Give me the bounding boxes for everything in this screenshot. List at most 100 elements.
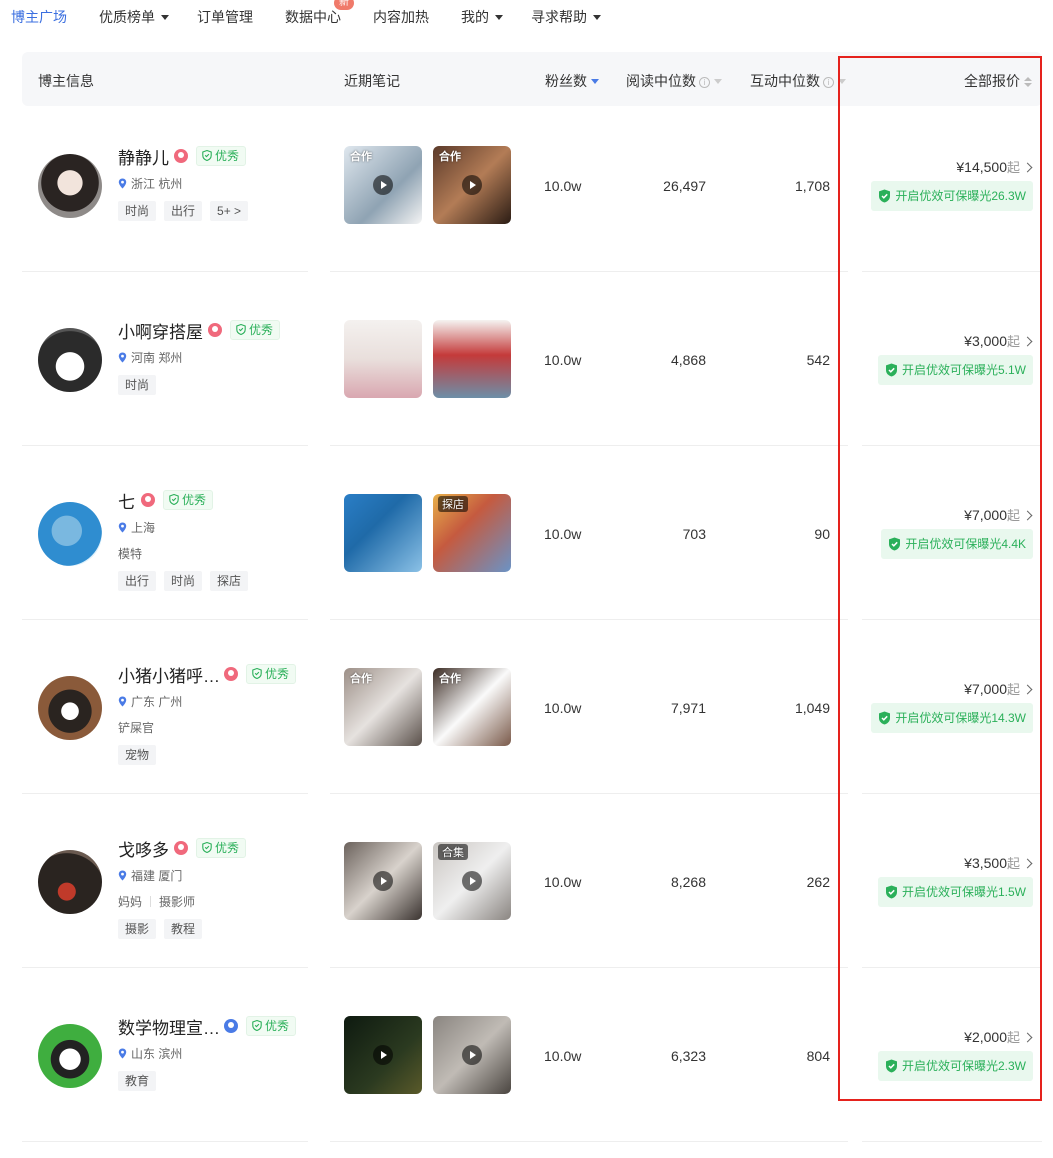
nav-item-content-boost[interactable]: 内容加热 xyxy=(373,7,429,27)
row-divider xyxy=(862,967,1042,968)
nav-item-quality-ranking[interactable]: 优质榜单 xyxy=(99,7,169,27)
info-icon[interactable]: i xyxy=(823,77,834,88)
fans-count: 10.0w xyxy=(544,700,582,716)
nav-item-data-center[interactable]: 数据中心 xyxy=(285,7,341,27)
exposure-guarantee[interactable]: 开启优效可保曝光14.3W xyxy=(871,703,1033,733)
avatar[interactable] xyxy=(38,154,102,218)
price-link[interactable]: ¥14,500起 xyxy=(956,157,1033,176)
exposure-guarantee[interactable]: 开启优效可保曝光1.5W xyxy=(877,877,1033,907)
header-all-price-label: 全部报价 xyxy=(964,73,1020,89)
nav-item-mine[interactable]: 我的 xyxy=(461,7,503,27)
table-row[interactable]: 小啊穿搭屋 优秀 河南 郑州 时尚 10.0w 4,868 542 ¥3,000起 开启优效可保… xyxy=(0,280,1053,454)
note-thumbnail[interactable]: 合作 xyxy=(344,146,422,224)
price-link[interactable]: ¥7,000起 xyxy=(964,505,1033,524)
note-label: 合作 xyxy=(350,673,372,685)
category-tag: 出行 xyxy=(164,201,203,221)
price-link[interactable]: ¥3,500起 xyxy=(964,853,1033,872)
blogger-name[interactable]: 戈哆多 xyxy=(118,836,169,861)
price-value: ¥14,500 xyxy=(956,159,1007,175)
badge-label: 优秀 xyxy=(265,667,290,681)
exposure-guarantee[interactable]: 开启优效可保曝光26.3W xyxy=(871,181,1033,211)
header-interact-median-sort[interactable]: 互动中位数 i xyxy=(750,71,846,91)
blogger-name[interactable]: 数学物理宣… xyxy=(118,1014,220,1039)
note-thumbnail[interactable] xyxy=(344,1016,422,1094)
tag-list: 摄影 教程 xyxy=(118,919,203,939)
note-thumbnail[interactable]: 探店 xyxy=(433,494,511,572)
category-tag: 时尚 xyxy=(118,201,157,221)
role-label: 摄影师 xyxy=(159,895,196,909)
price-link[interactable]: ¥3,000起 xyxy=(964,331,1033,350)
avatar[interactable] xyxy=(38,1024,102,1088)
location: 浙江 杭州 xyxy=(118,175,182,192)
note-thumbnail[interactable] xyxy=(433,320,511,398)
play-icon xyxy=(373,1045,393,1065)
note-thumbnail[interactable] xyxy=(344,842,422,920)
interact-median-value: 262 xyxy=(806,874,830,890)
blogger-name[interactable]: 静静儿 xyxy=(118,144,169,169)
location-text: 河南 郑州 xyxy=(131,351,183,365)
table-row[interactable]: 七优秀 上海 模特 出行 时尚 探店 探店 10.0w 703 90 ¥7,000起 开启优效可保曝光… xyxy=(0,454,1053,628)
price-link[interactable]: ¥7,000起 xyxy=(964,679,1033,698)
table-row[interactable]: 静静儿 优秀 浙江 杭州 时尚 出行 5+ > 合作 合作 10.0w 26,497 1,708 ¥1… xyxy=(0,106,1053,280)
header-read-median-sort[interactable]: 阅读中位数 i xyxy=(626,71,722,91)
table-row[interactable]: 数学物理宣… 优秀 山东 滨州 教育 10.0w 6,323 804 ¥2,000起 开启优效可… xyxy=(0,976,1053,1150)
badge-label: 优秀 xyxy=(249,323,274,337)
guarantee-text: 开启优效可保曝光26.3W xyxy=(895,189,1026,203)
nav-item-blogger-square[interactable]: 博主广场 xyxy=(11,7,67,27)
interact-median-value: 1,708 xyxy=(794,178,830,194)
info-icon[interactable]: i xyxy=(699,77,710,88)
row-divider xyxy=(22,445,308,446)
note-thumbnail[interactable] xyxy=(344,320,422,398)
location: 山东 滨州 xyxy=(118,1045,182,1062)
price-suffix: 起 xyxy=(1006,508,1020,523)
row-divider xyxy=(862,271,1042,272)
fans-count: 10.0w xyxy=(544,352,582,368)
nav-label: 订单管理 xyxy=(197,9,253,25)
category-tag[interactable]: 5+ > xyxy=(210,201,249,221)
avatar[interactable] xyxy=(38,676,102,740)
tag-list: 教育 xyxy=(118,1071,157,1091)
avatar[interactable] xyxy=(38,328,102,392)
shield-icon xyxy=(202,841,215,855)
note-thumbnail[interactable] xyxy=(433,1016,511,1094)
guarantee-text: 开启优效可保曝光4.4K xyxy=(905,537,1026,551)
blogger-name[interactable]: 七 xyxy=(118,488,135,513)
badge-label: 优秀 xyxy=(215,841,240,855)
avatar[interactable] xyxy=(38,502,102,566)
header-fans-sort[interactable]: 粉丝数 xyxy=(545,71,599,91)
note-label: 探店 xyxy=(438,496,468,512)
location-text: 广东 广州 xyxy=(131,695,183,709)
row-divider xyxy=(330,967,848,968)
sort-desc-icon xyxy=(591,79,599,84)
price-link[interactable]: ¥2,000起 xyxy=(964,1027,1033,1046)
note-thumbnail[interactable]: 合作 xyxy=(344,668,422,746)
header-all-price-sort[interactable]: 全部报价 xyxy=(964,71,1032,91)
sort-icon xyxy=(1024,77,1032,87)
exposure-guarantee[interactable]: 开启优效可保曝光4.4K xyxy=(881,529,1033,559)
location-text: 山东 滨州 xyxy=(131,1047,183,1061)
shield-check-icon xyxy=(885,885,902,899)
exposure-guarantee[interactable]: 开启优效可保曝光5.1W xyxy=(877,355,1033,385)
gender-icon xyxy=(174,841,188,855)
nav-item-order-management[interactable]: 订单管理 xyxy=(197,7,253,27)
chevron-down-icon xyxy=(495,15,503,20)
note-label: 合作 xyxy=(350,151,372,163)
note-thumbnail[interactable] xyxy=(344,494,422,572)
note-thumbnail[interactable]: 合作 xyxy=(433,668,511,746)
table-row[interactable]: 小猪小猪呼… 优秀 广东 广州 铲屎官 宠物 合作 合作 10.0w 7,971 1,049 ¥7,… xyxy=(0,628,1053,802)
gender-icon xyxy=(174,149,188,163)
role-label: 模特 xyxy=(118,547,143,561)
note-thumbnail[interactable]: 合集 xyxy=(433,842,511,920)
blogger-name[interactable]: 小猪小猪呼… xyxy=(118,662,220,687)
table-row[interactable]: 戈哆多 优秀 福建 厦门 妈妈 摄影师 摄影 教程 合集 10.0w 8,268 262 ¥3,500… xyxy=(0,802,1053,976)
quality-badge: 优秀 xyxy=(230,320,281,340)
note-thumbnail[interactable]: 合作 xyxy=(433,146,511,224)
gender-icon xyxy=(224,667,238,681)
blogger-name[interactable]: 小啊穿搭屋 xyxy=(118,318,203,343)
exposure-guarantee[interactable]: 开启优效可保曝光2.3W xyxy=(877,1051,1033,1081)
avatar[interactable] xyxy=(38,850,102,914)
price-suffix: 起 xyxy=(1006,334,1020,349)
nav-label: 博主广场 xyxy=(11,9,67,25)
pin-icon xyxy=(118,351,131,365)
nav-item-help[interactable]: 寻求帮助 xyxy=(531,7,601,27)
